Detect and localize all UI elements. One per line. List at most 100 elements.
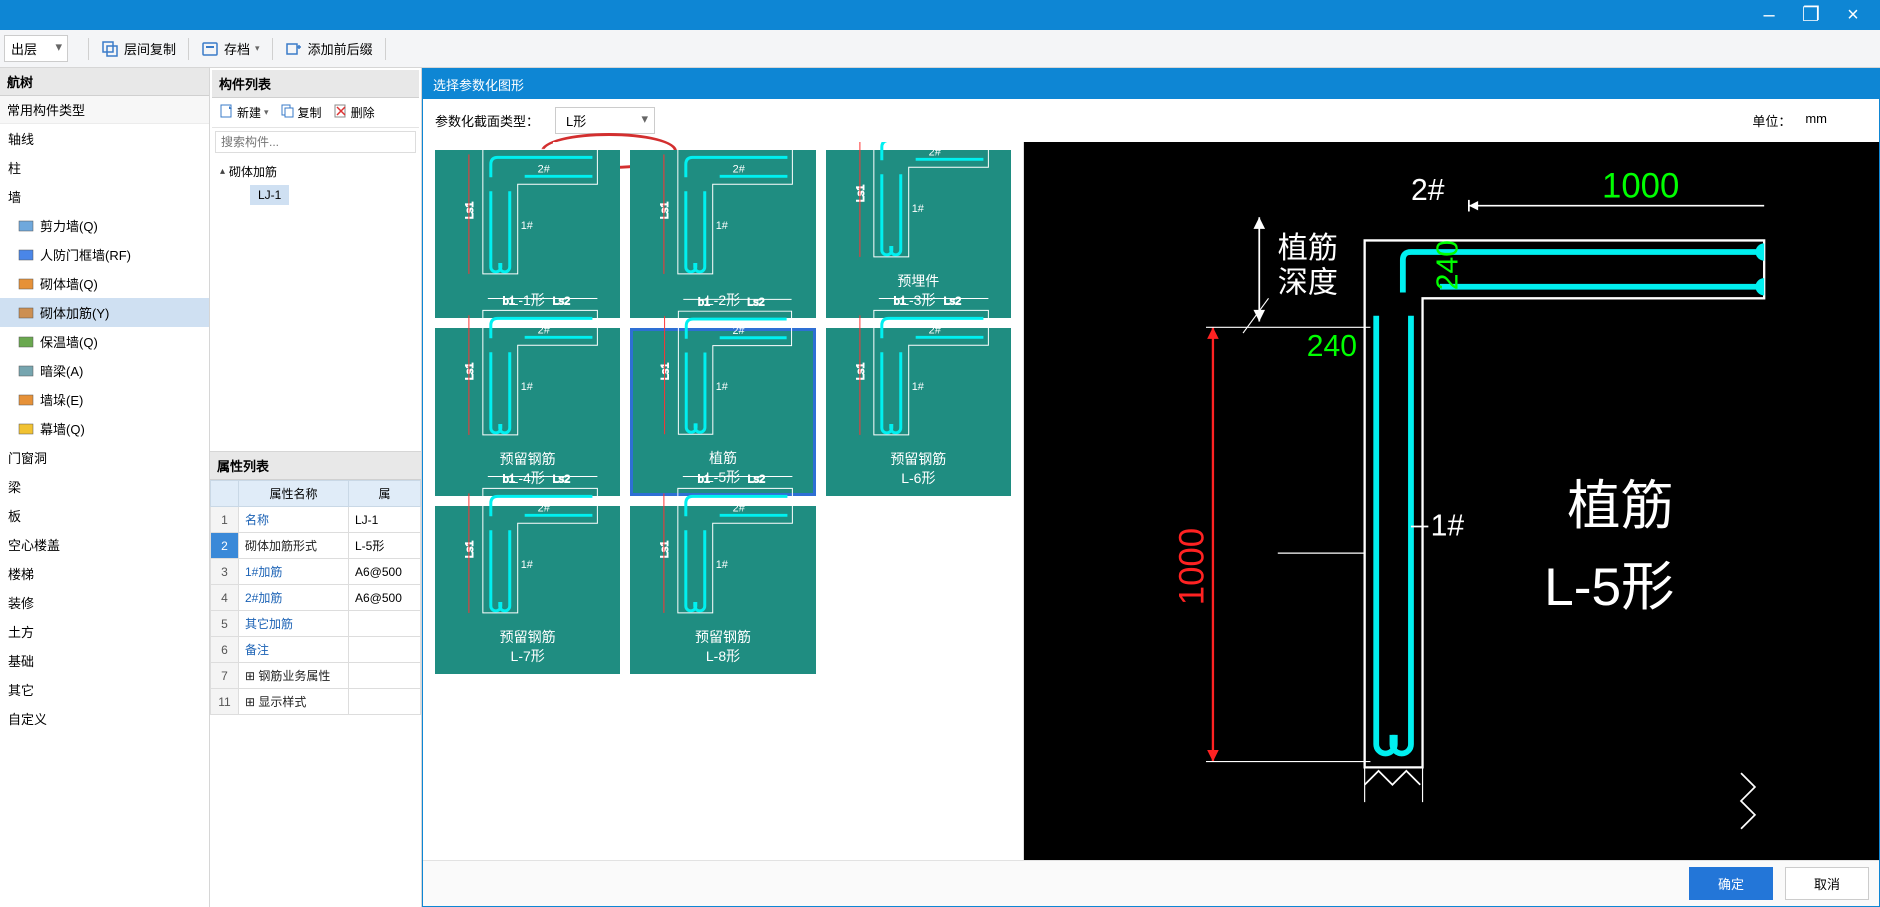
- shape-thumb-L-6形[interactable]: b1Ls2Ls12#1#预留钢筋L-6形: [826, 328, 1011, 496]
- svg-text:Ls2: Ls2: [553, 473, 571, 485]
- prop-value[interactable]: LJ-1: [349, 507, 421, 533]
- svg-text:Ls1: Ls1: [659, 201, 671, 219]
- svg-text:b1: b1: [893, 295, 905, 307]
- nav-item-beam[interactable]: 梁: [0, 472, 209, 501]
- tree-child-lj1[interactable]: LJ-1: [250, 185, 289, 205]
- nav-item-label: 土方: [8, 622, 34, 641]
- prop-value[interactable]: [349, 663, 421, 689]
- search-input[interactable]: [215, 131, 416, 153]
- param-type-dropdown[interactable]: L形: [555, 107, 655, 134]
- nav-item-label: 柱: [8, 158, 21, 177]
- prop-row[interactable]: 1名称LJ-1: [211, 507, 421, 533]
- cancel-button[interactable]: 取消: [1785, 867, 1869, 900]
- label-2: 2#: [1411, 174, 1445, 207]
- delete-component-button[interactable]: 删除: [329, 101, 380, 124]
- prop-row[interactable]: 7⊞ 钢筋业务属性: [211, 663, 421, 689]
- prop-value[interactable]: [349, 611, 421, 637]
- prop-row[interactable]: 31#加筋A6@500: [211, 559, 421, 585]
- thumb-desc: 预留钢筋: [695, 629, 751, 646]
- nav-item-label: 其它: [8, 680, 34, 699]
- svg-text:1#: 1#: [521, 559, 534, 571]
- prop-row[interactable]: 11⊞ 显示样式: [211, 689, 421, 715]
- nav-item-label: 轴线: [8, 129, 34, 148]
- copy-layers-button[interactable]: 层间复制: [93, 36, 184, 61]
- nav-item-other[interactable]: 其它: [0, 675, 209, 704]
- nav-item-label: 自定义: [8, 709, 47, 728]
- prop-row[interactable]: 6备注: [211, 637, 421, 663]
- svg-text:Ls1: Ls1: [659, 540, 671, 558]
- thumb-name: L-7形: [511, 646, 545, 666]
- svg-text:1#: 1#: [521, 381, 534, 393]
- add-prefix-button[interactable]: 添加前后缀: [277, 36, 381, 61]
- masonry-icon: [18, 276, 34, 292]
- copy-layers-icon: [101, 40, 119, 58]
- nav-item-wall[interactable]: 墙: [0, 182, 209, 211]
- prop-value[interactable]: A6@500: [349, 559, 421, 585]
- nav-item-slab[interactable]: 板: [0, 501, 209, 530]
- nav-item-stair[interactable]: 楼梯: [0, 559, 209, 588]
- layer-dropdown[interactable]: 出层: [4, 35, 68, 62]
- pier-icon: [18, 392, 34, 408]
- nav-item-column[interactable]: 柱: [0, 153, 209, 182]
- prop-value[interactable]: [349, 637, 421, 663]
- svg-text:2#: 2#: [733, 502, 746, 514]
- svg-text:1#: 1#: [716, 559, 729, 571]
- prop-value[interactable]: [349, 689, 421, 715]
- archive-icon: [201, 40, 219, 58]
- prop-value[interactable]: A6@500: [349, 585, 421, 611]
- svg-text:1#: 1#: [716, 381, 728, 393]
- add-prefix-label: 添加前后缀: [308, 39, 373, 58]
- prop-row[interactable]: 2砌体加筋形式L-5形: [211, 533, 421, 559]
- shape-thumb-L-8形[interactable]: b1Ls2Ls12#1#预留钢筋L-8形: [630, 506, 815, 674]
- right-area: 选择参数化图形 参数化截面类型： L形 单位： mm b1Ls2Ls12#1#L…: [422, 68, 1880, 907]
- nav-item-axis[interactable]: 轴线: [0, 124, 209, 153]
- shape-thumb-L-7形[interactable]: b1Ls2Ls12#1#预留钢筋L-7形: [435, 506, 620, 674]
- close-button[interactable]: ×: [1832, 4, 1874, 26]
- nav-item-pier[interactable]: 墙垛(E): [0, 385, 209, 414]
- svg-text:2#: 2#: [928, 324, 941, 336]
- new-label: 新建: [237, 104, 261, 121]
- nav-item-insul[interactable]: 保温墙(Q): [0, 327, 209, 356]
- svg-text:2#: 2#: [538, 502, 551, 514]
- nav-item-hidden-beam[interactable]: 暗梁(A): [0, 356, 209, 385]
- copy-layers-label: 层间复制: [124, 39, 176, 58]
- shape-preview: 1000 2# 1000 240: [1023, 142, 1879, 860]
- nav-item-label: 剪力墙(Q): [40, 216, 98, 235]
- nav-item-label: 墙: [8, 187, 21, 206]
- archive-button[interactable]: 存档 ▾: [193, 36, 268, 61]
- curtain-icon: [18, 421, 34, 437]
- nav-item-hollow[interactable]: 空心楼盖: [0, 530, 209, 559]
- nav-item-label: 基础: [8, 651, 34, 670]
- prop-row[interactable]: 5其它加筋: [211, 611, 421, 637]
- nav-item-foundation[interactable]: 基础: [0, 646, 209, 675]
- nav-item-label: 保温墙(Q): [40, 332, 98, 351]
- ok-button[interactable]: 确定: [1689, 867, 1773, 900]
- thumb-diagram: b1Ls2Ls12#1#: [834, 289, 1003, 451]
- thumb-desc: 预留钢筋: [500, 629, 556, 646]
- copy-component-button[interactable]: 复制: [276, 101, 327, 124]
- nav-item-door[interactable]: 门窗洞: [0, 443, 209, 472]
- param-type-label: 参数化截面类型：: [435, 111, 539, 130]
- svg-text:2#: 2#: [928, 146, 941, 158]
- new-component-button[interactable]: 新建 ▾: [215, 101, 274, 124]
- prop-row[interactable]: 42#加筋A6@500: [211, 585, 421, 611]
- prop-idx: 2: [211, 533, 239, 559]
- nav-item-label: 装修: [8, 593, 34, 612]
- nav-item-earth[interactable]: 土方: [0, 617, 209, 646]
- prop-idx: 6: [211, 637, 239, 663]
- thumb-diagram: b1Ls2Ls12#1#: [638, 467, 807, 629]
- maximize-button[interactable]: ❐: [1790, 4, 1832, 26]
- nav-item-curtain[interactable]: 幕墙(Q): [0, 414, 209, 443]
- minimize-button[interactable]: –: [1748, 4, 1790, 26]
- nav-item-shearwall[interactable]: 剪力墙(Q): [0, 211, 209, 240]
- nav-item-decor[interactable]: 装修: [0, 588, 209, 617]
- svg-text:1#: 1#: [716, 220, 729, 232]
- svg-text:2#: 2#: [733, 325, 745, 337]
- svg-text:Ls1: Ls1: [464, 540, 476, 558]
- prop-value[interactable]: L-5形: [349, 533, 421, 559]
- nav-item-masonry[interactable]: 砌体墙(Q): [0, 269, 209, 298]
- nav-item-masonry-reinf[interactable]: 砌体加筋(Y): [0, 298, 209, 327]
- nav-item-rf[interactable]: 人防门框墙(RF): [0, 240, 209, 269]
- tree-root[interactable]: 砌体加筋: [220, 161, 411, 182]
- nav-item-custom[interactable]: 自定义: [0, 704, 209, 733]
